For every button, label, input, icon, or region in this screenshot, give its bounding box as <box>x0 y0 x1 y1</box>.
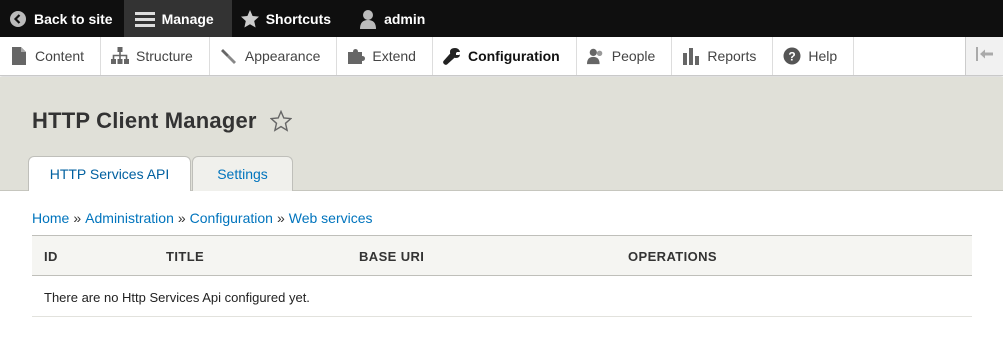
shortcuts-label: Shortcuts <box>265 10 332 27</box>
breadcrumb-separator: » <box>73 210 82 226</box>
table-header-row: ID TITLE BASE URI OPERATIONS <box>32 235 972 276</box>
tray-item-people[interactable]: People <box>577 37 673 75</box>
star-icon <box>240 9 260 29</box>
breadcrumb-administration[interactable]: Administration <box>85 210 174 226</box>
tray-item-label: Reports <box>707 48 757 64</box>
column-header-id[interactable]: ID <box>44 249 58 264</box>
tray-item-label: Content <box>35 48 85 64</box>
tray-item-configuration[interactable]: Configuration <box>433 37 577 75</box>
user-label: admin <box>384 10 426 27</box>
tab-settings[interactable]: Settings <box>192 156 293 191</box>
tray-item-label: Structure <box>136 48 193 64</box>
back-arrow-icon <box>8 9 28 29</box>
table-empty-row: There are no Http Services Api configure… <box>32 276 972 317</box>
breadcrumb-web-services[interactable]: Web services <box>289 210 373 226</box>
shortcuts-tab[interactable]: Shortcuts <box>232 0 342 37</box>
breadcrumb-separator: » <box>177 210 186 226</box>
tray-item-appearance[interactable]: Appearance <box>210 37 338 75</box>
breadcrumb-configuration[interactable]: Configuration <box>190 210 273 226</box>
help-icon: ? <box>783 47 801 65</box>
manage-label: Manage <box>161 10 214 27</box>
tray-item-structure[interactable]: Structure <box>101 37 210 75</box>
breadcrumb-home[interactable]: Home <box>32 210 69 226</box>
user-icon <box>358 9 378 29</box>
tray-item-extend[interactable]: Extend <box>337 37 433 75</box>
tab-http-services-api[interactable]: HTTP Services API <box>28 156 191 191</box>
add-shortcut-star-icon[interactable] <box>269 109 293 132</box>
tray-item-help[interactable]: ? Help <box>773 37 855 75</box>
http-services-table: ID TITLE BASE URI OPERATIONS There are n… <box>32 235 972 317</box>
breadcrumb-separator: » <box>276 210 285 226</box>
tray-orientation-toggle[interactable] <box>965 37 1003 75</box>
manage-tab[interactable]: Manage <box>123 0 232 37</box>
orientation-icon <box>975 46 994 66</box>
column-header-title[interactable]: TITLE <box>166 249 204 264</box>
column-header-base-uri[interactable]: BASE URI <box>359 249 424 264</box>
breadcrumb: Home» Administration» Configuration» Web se… <box>32 210 373 226</box>
page-header: HTTP Client Manager HTTP Services API Se… <box>0 77 1003 191</box>
tray-item-label: Help <box>808 48 838 64</box>
tray-item-label: Appearance <box>244 48 321 64</box>
tray-item-reports[interactable]: Reports <box>672 37 774 75</box>
admin-toolbar: Back to site Manage Shortcuts admin <box>0 0 1003 37</box>
paintbrush-icon <box>220 47 238 65</box>
puzzle-icon <box>347 47 366 65</box>
file-icon <box>10 47 28 65</box>
back-to-site-label: Back to site <box>34 10 113 27</box>
back-to-site-link[interactable]: Back to site <box>0 0 124 37</box>
menu-icon <box>134 9 156 29</box>
tray-item-content[interactable]: Content <box>0 37 102 75</box>
svg-text:?: ? <box>789 50 796 64</box>
column-header-operations: OPERATIONS <box>628 249 717 264</box>
sitemap-icon <box>111 47 130 65</box>
page-title: HTTP Client Manager <box>32 108 257 133</box>
empty-message: There are no Http Services Api configure… <box>44 290 310 305</box>
tray-item-label: People <box>611 48 656 64</box>
tray-item-label: Extend <box>372 48 416 64</box>
user-tab[interactable]: admin <box>342 0 436 37</box>
tray-item-label: Configuration <box>467 48 560 64</box>
bar-chart-icon <box>682 47 700 65</box>
people-icon <box>586 47 605 65</box>
admin-tray: Content Structure Appearance Extend Conf… <box>0 37 1003 76</box>
wrench-icon <box>443 47 461 65</box>
